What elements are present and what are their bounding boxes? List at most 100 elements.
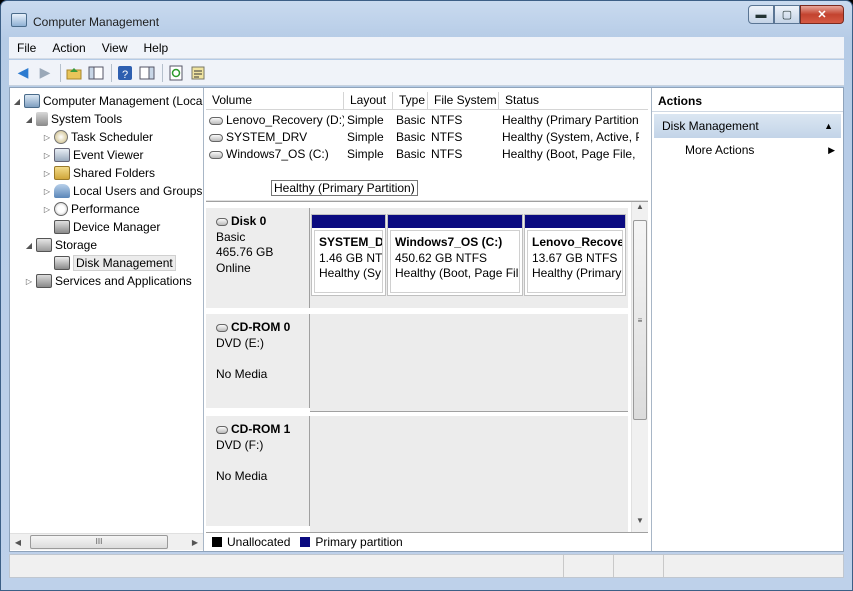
legend-primary: Primary partition — [315, 535, 403, 549]
column-header-volume[interactable]: Volume — [206, 92, 344, 109]
status-tooltip: Healthy (Primary Partition) — [271, 180, 418, 196]
shared-folder-icon — [54, 166, 70, 180]
volume-type: Basic — [396, 147, 426, 161]
clock-icon — [54, 130, 68, 144]
volume-status: Healthy (Boot, Page File, C — [502, 147, 639, 161]
collapse-arrow-icon[interactable]: ◢ — [12, 97, 22, 106]
volume-fs: NTFS — [431, 130, 463, 144]
legend: Unallocated Primary partition — [206, 532, 648, 551]
partition-size: 1.46 GB NTF — [319, 250, 383, 265]
tree-label-shared-folders: Shared Folders — [73, 166, 156, 180]
collapse-up-icon[interactable]: ▲ — [824, 114, 833, 138]
primary-partition-bar — [312, 215, 385, 228]
volume-name: SYSTEM_DRV — [226, 130, 308, 144]
scroll-left-icon[interactable]: ◀ — [10, 538, 26, 547]
refresh-icon[interactable] — [166, 63, 186, 83]
drive-icon — [209, 116, 223, 125]
window-title: Computer Management — [33, 15, 160, 29]
tree-item-shared-folders[interactable]: ▷ Shared Folders — [42, 164, 155, 182]
status-cell — [664, 555, 843, 577]
tree-item-storage[interactable]: ◢ Storage — [24, 236, 97, 254]
menu-view[interactable]: View — [94, 41, 136, 55]
scroll-thumb[interactable]: ≡ — [633, 220, 647, 420]
tree-item-local-users[interactable]: ▷ Local Users and Groups — [42, 182, 202, 200]
tree-item-disk-management[interactable]: Disk Management — [42, 254, 176, 272]
tree-label-root: Computer Management (Local — [43, 94, 204, 108]
partition-windows7-os[interactable]: Windows7_OS (C:) 450.62 GB NTFS Healthy (B… — [387, 214, 523, 296]
scroll-right-icon[interactable]: ▶ — [187, 538, 203, 547]
drive-icon — [209, 133, 223, 142]
primary-partition-bar — [388, 215, 522, 228]
cdrom-icon — [216, 323, 228, 332]
users-icon — [54, 184, 70, 198]
scroll-thumb[interactable]: III — [30, 535, 168, 549]
tree-item-task-scheduler[interactable]: ▷ Task Scheduler — [42, 128, 153, 146]
partition-system-drv[interactable]: SYSTEM_DI 1.46 GB NTF Healthy (Sy — [311, 214, 386, 296]
column-header-status[interactable]: Status — [499, 92, 648, 109]
up-folder-icon[interactable] — [64, 63, 84, 83]
forward-arrow-icon[interactable]: ▶ — [35, 63, 55, 83]
expand-arrow-icon[interactable]: ▷ — [42, 133, 52, 142]
menu-file[interactable]: File — [9, 41, 44, 55]
tree-label-device-manager: Device Manager — [73, 220, 161, 234]
tree-item-system-tools[interactable]: ◢ System Tools — [24, 110, 122, 128]
menu-help[interactable]: Help — [136, 41, 177, 55]
volume-type: Basic — [396, 130, 426, 144]
expand-arrow-icon[interactable]: ▷ — [42, 169, 52, 178]
close-button[interactable]: ✕ — [800, 5, 844, 24]
cdrom-1-label[interactable]: CD-ROM 1 DVD (F:) No Media — [206, 416, 310, 526]
drive-icon — [209, 150, 223, 159]
tree-label-storage: Storage — [55, 238, 98, 252]
table-row[interactable]: SYSTEM_DRV Simple Basic NTFS Healthy (Sy… — [206, 129, 639, 146]
cdrom-name: CD-ROM 1 — [231, 422, 291, 436]
tree-item-device-manager[interactable]: Device Manager — [42, 218, 160, 236]
help-icon[interactable]: ? — [115, 63, 135, 83]
computer-management-icon — [11, 13, 27, 27]
collapse-arrow-icon[interactable]: ◢ — [24, 115, 34, 124]
expand-arrow-icon[interactable]: ▷ — [24, 277, 34, 286]
disk-0-label[interactable]: Disk 0 Basic 465.76 GB Online — [206, 208, 310, 308]
cdrom-1-area[interactable] — [310, 416, 628, 532]
collapse-arrow-icon[interactable]: ◢ — [24, 241, 34, 250]
column-header-file-system[interactable]: File System — [428, 92, 499, 109]
column-header-type[interactable]: Type — [393, 92, 428, 109]
graphical-view-vertical-scrollbar[interactable]: ▲ ≡ ▼ — [631, 202, 648, 532]
partition-lenovo-recovery[interactable]: Lenovo_Recove 13.67 GB NTFS Healthy (Prima… — [524, 214, 626, 296]
actions-section-disk-management[interactable]: Disk Management ▲ — [654, 114, 841, 138]
table-row[interactable]: Lenovo_Recovery (D:) Simple Basic NTFS H… — [206, 112, 639, 129]
status-cell — [10, 555, 564, 577]
properties-icon[interactable] — [188, 63, 208, 83]
toolbar-separator — [162, 63, 163, 82]
table-row[interactable]: Windows7_OS (C:) Simple Basic NTFS Healt… — [206, 146, 639, 163]
tree-item-event-viewer[interactable]: ▷ Event Viewer — [42, 146, 143, 164]
volume-list-header: Volume Layout Type File System Status — [206, 92, 648, 110]
tree-item-root[interactable]: ◢ Computer Management (Local — [12, 92, 204, 110]
back-arrow-icon[interactable]: ◀ — [13, 63, 33, 83]
menu-bar: File Action View Help — [9, 37, 844, 59]
tree-label-event-viewer: Event Viewer — [73, 148, 144, 162]
minimize-button[interactable]: ▬ — [748, 5, 774, 24]
expand-arrow-icon[interactable]: ▷ — [42, 205, 52, 214]
show-hide-action-pane-icon[interactable] — [137, 63, 157, 83]
maximize-button[interactable]: ▢ — [774, 5, 800, 24]
menu-action[interactable]: Action — [44, 41, 93, 55]
tree-label-services: Services and Applications — [55, 274, 192, 288]
scroll-up-icon[interactable]: ▲ — [632, 202, 648, 218]
cdrom-0-label[interactable]: CD-ROM 0 DVD (E:) No Media — [206, 314, 310, 408]
tree-horizontal-scrollbar[interactable]: ◀ III ▶ — [10, 533, 203, 550]
expand-arrow-icon[interactable]: ▷ — [42, 151, 52, 160]
scroll-down-icon[interactable]: ▼ — [632, 516, 648, 532]
content-area: ◢ Computer Management (Local ◢ System To… — [9, 87, 844, 552]
show-hide-tree-icon[interactable] — [86, 63, 106, 83]
column-header-layout[interactable]: Layout — [344, 92, 393, 109]
more-actions-item[interactable]: More Actions ▶ — [652, 138, 843, 162]
partition-status: Healthy (Primary — [532, 266, 622, 280]
expand-arrow-icon[interactable]: ▷ — [42, 187, 52, 196]
tree-item-performance[interactable]: ▷ Performance — [42, 200, 140, 218]
tree-item-services[interactable]: ▷ Services and Applications — [24, 272, 192, 290]
disk-size: 465.76 GB — [216, 245, 274, 259]
partition-name: Lenovo_Recove — [532, 235, 623, 249]
volume-fs: NTFS — [431, 113, 463, 127]
disk-management-pane: Volume Layout Type File System Status Le… — [206, 88, 648, 551]
cdrom-0-area[interactable] — [310, 314, 628, 412]
